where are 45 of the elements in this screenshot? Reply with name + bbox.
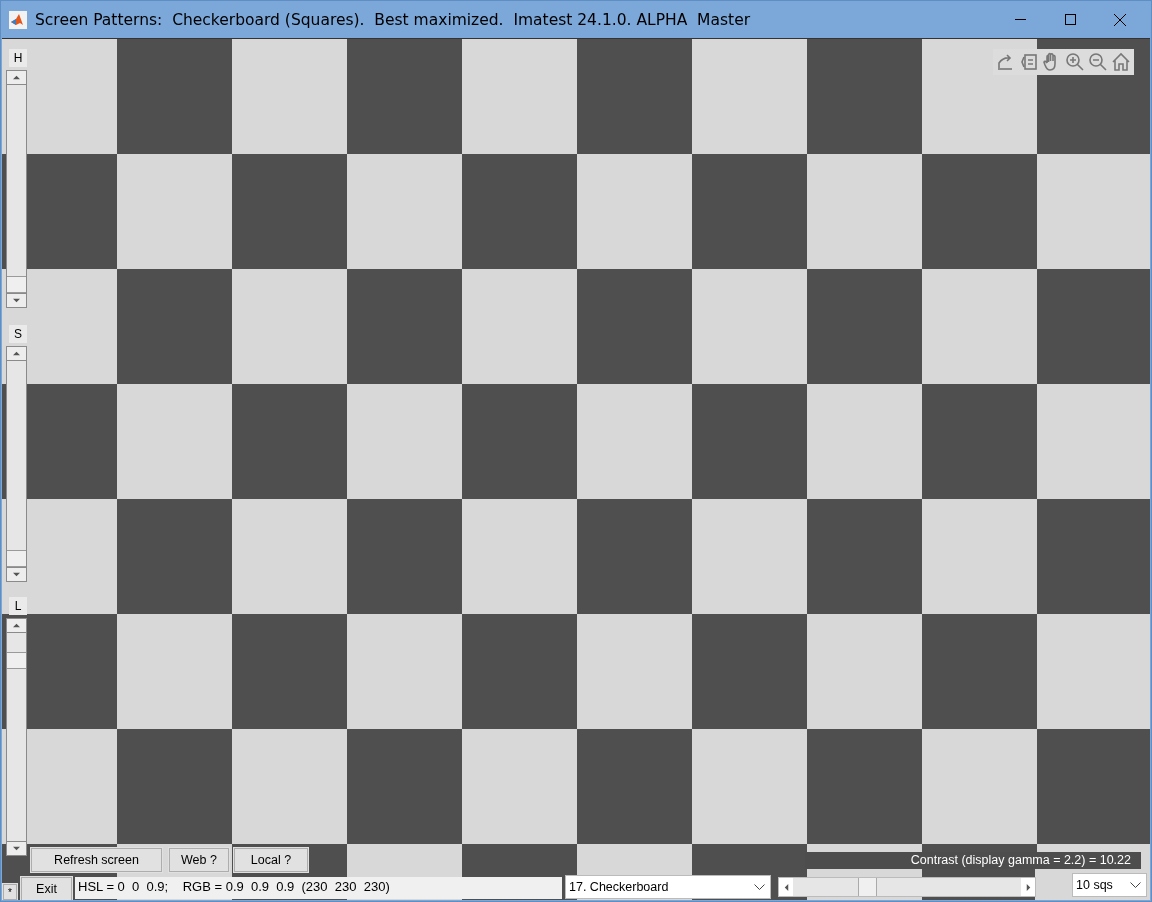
home-icon[interactable] <box>1110 51 1132 73</box>
exit-button[interactable]: Exit <box>21 877 72 900</box>
zoom-out-icon[interactable] <box>1087 51 1109 73</box>
legend-icon[interactable] <box>1018 51 1040 73</box>
up-arrow-icon <box>13 622 20 629</box>
slider-thumb[interactable] <box>7 550 26 567</box>
chevron-down-icon <box>754 883 765 891</box>
slider-thumb[interactable] <box>7 276 26 293</box>
slider-thumb[interactable] <box>7 652 26 670</box>
scroll-up-button[interactable] <box>6 70 27 85</box>
slider-thumb[interactable] <box>857 878 877 896</box>
scroll-up-button[interactable] <box>6 618 27 633</box>
contrast-label: Contrast (display gamma = 2.2) = 10.22 <box>805 852 1141 869</box>
zoom-in-icon[interactable] <box>1064 51 1086 73</box>
scroll-down-button[interactable] <box>6 841 27 856</box>
refresh-screen-button[interactable]: Refresh screen <box>31 848 162 872</box>
pattern-dropdown[interactable]: 17. Checkerboard <box>565 875 771 899</box>
horizontal-slider[interactable] <box>778 877 1036 897</box>
chevron-down-icon <box>1130 881 1141 889</box>
close-icon <box>1114 13 1126 26</box>
local-help-button[interactable]: Local ? <box>234 848 308 872</box>
left-arrow-icon <box>782 883 790 891</box>
corner-button[interactable]: * <box>3 884 17 900</box>
app-logo-icon <box>9 10 27 29</box>
down-arrow-icon <box>13 571 20 578</box>
right-arrow-icon <box>1024 883 1032 891</box>
up-arrow-icon <box>13 74 20 81</box>
status-field: HSL = 0 0 0.9; RGB = 0.9 0.9 0.9 (230 230 230) <box>75 877 562 899</box>
down-arrow-icon <box>13 297 20 304</box>
scroll-down-button[interactable] <box>6 567 27 582</box>
window-title: Screen Patterns: Checkerboard (Squares). Best maximized. Imatest 24.1.0. ALPHA Master <box>35 10 752 29</box>
vertical-slider[interactable] <box>6 361 27 567</box>
vertical-slider[interactable] <box>6 633 27 841</box>
vertical-slider[interactable] <box>6 85 27 293</box>
scroll-down-button[interactable] <box>6 293 27 308</box>
slider-label: H <box>9 49 27 67</box>
slider-label: L <box>9 597 27 615</box>
minimize-icon <box>1014 18 1026 21</box>
web-help-button[interactable]: Web ? <box>169 848 229 872</box>
size-dropdown[interactable]: 10 sqs <box>1072 873 1147 897</box>
up-arrow-icon <box>13 350 20 357</box>
scroll-up-button[interactable] <box>6 346 27 361</box>
down-arrow-icon <box>13 845 20 852</box>
slider-label: S <box>9 325 27 343</box>
maximize-icon <box>1064 14 1076 25</box>
